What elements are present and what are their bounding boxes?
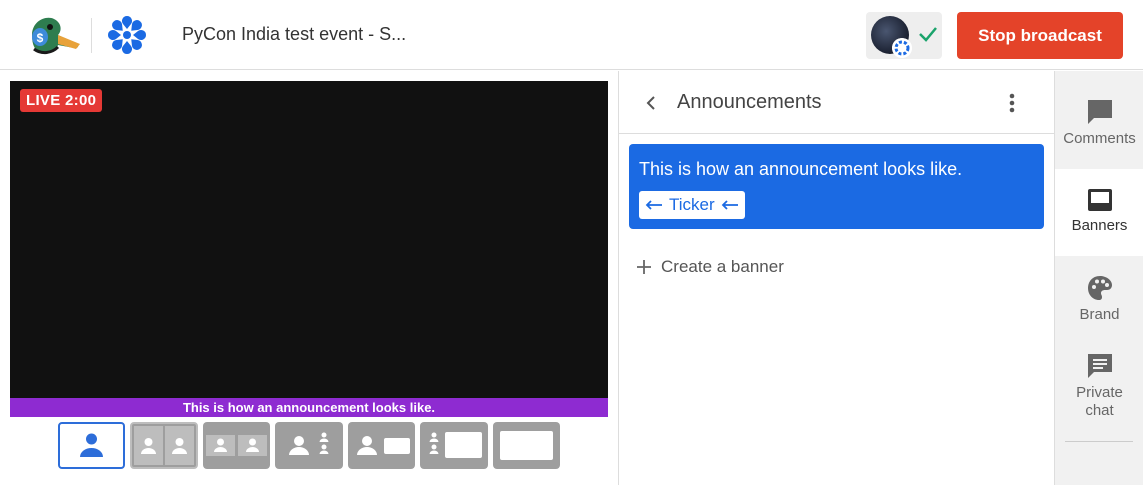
comment-icon <box>1087 100 1112 124</box>
rail-brand[interactable]: Brand <box>1055 261 1143 343</box>
ticker-style-chip[interactable]: Ticker <box>639 191 745 219</box>
stage-area: LIVE 2:00 This is how an announcement lo… <box>0 71 619 485</box>
layout-person-screen[interactable] <box>348 422 415 469</box>
palette-icon <box>1087 276 1112 300</box>
rail-banners[interactable]: Banners <box>1055 169 1143 256</box>
broadcast-destination[interactable] <box>866 12 942 59</box>
event-title: PyCon India test event - S... <box>182 24 407 44</box>
person-screen-icon <box>357 436 410 455</box>
plus-icon <box>637 260 651 274</box>
ticker-label: Ticker <box>669 195 715 214</box>
live-badge: LIVE 2:00 <box>20 89 103 112</box>
rail-chat-label: chat <box>1085 402 1114 419</box>
screen-thumbs-icon <box>429 432 482 458</box>
banner-text: This is how an announcement looks like. <box>639 159 963 179</box>
top-bar: $ PyCon India test event - S... Stop bro… <box>0 0 1143 70</box>
layout-group[interactable] <box>203 422 270 469</box>
banner-card[interactable]: This is how an announcement looks like. … <box>629 144 1044 229</box>
layout-fullscreen[interactable] <box>493 422 560 469</box>
fullscreen-icon <box>500 431 553 460</box>
side-rail: Comments Banners Brand Private chat <box>1054 71 1143 485</box>
video-stage: LIVE 2:00 <box>10 81 608 417</box>
arrow-left-icon <box>645 200 662 210</box>
create-banner-button[interactable]: Create a banner <box>637 257 784 277</box>
rail-banners-label: Banners <box>1071 217 1128 234</box>
create-banner-label: Create a banner <box>661 257 784 276</box>
two-person-icon <box>134 426 194 465</box>
layout-selector <box>55 419 565 473</box>
rail-brand-label: Brand <box>1079 306 1120 323</box>
banner-icon <box>1087 189 1112 211</box>
logo-divider <box>91 18 92 53</box>
ticker-banner: This is how an announcement looks like. <box>10 398 608 417</box>
duck-logo-icon: $ <box>32 17 80 55</box>
layout-two-side[interactable] <box>130 422 198 469</box>
panel-title: Announcements <box>677 91 822 113</box>
rail-comments[interactable]: Comments <box>1055 71 1143 169</box>
rail-comments-label: Comments <box>1063 130 1136 147</box>
chat-icon <box>1087 354 1112 378</box>
svg-text:$: $ <box>37 31 44 45</box>
rail-private-label: Private <box>1076 384 1123 401</box>
person-icon <box>80 433 103 457</box>
more-vertical-icon[interactable] <box>1001 91 1023 115</box>
layout-screen-thumbs[interactable] <box>420 422 488 469</box>
group-icon <box>206 435 267 456</box>
layout-leader[interactable] <box>275 422 343 469</box>
announcements-panel: Announcements This is how an announcemen… <box>619 71 1054 485</box>
arrow-left-icon <box>721 200 738 210</box>
leader-icon <box>289 432 329 455</box>
chevron-left-icon[interactable] <box>641 93 661 113</box>
swirl-logo-icon <box>108 16 146 54</box>
swirl-badge-icon <box>892 38 912 58</box>
check-icon <box>919 27 937 42</box>
stop-broadcast-button[interactable]: Stop broadcast <box>957 12 1123 59</box>
panel-header: Announcements <box>619 71 1054 134</box>
rail-private-chat[interactable]: Private chat <box>1055 346 1143 436</box>
rail-separator <box>1065 441 1133 442</box>
layout-solo[interactable] <box>58 422 125 469</box>
